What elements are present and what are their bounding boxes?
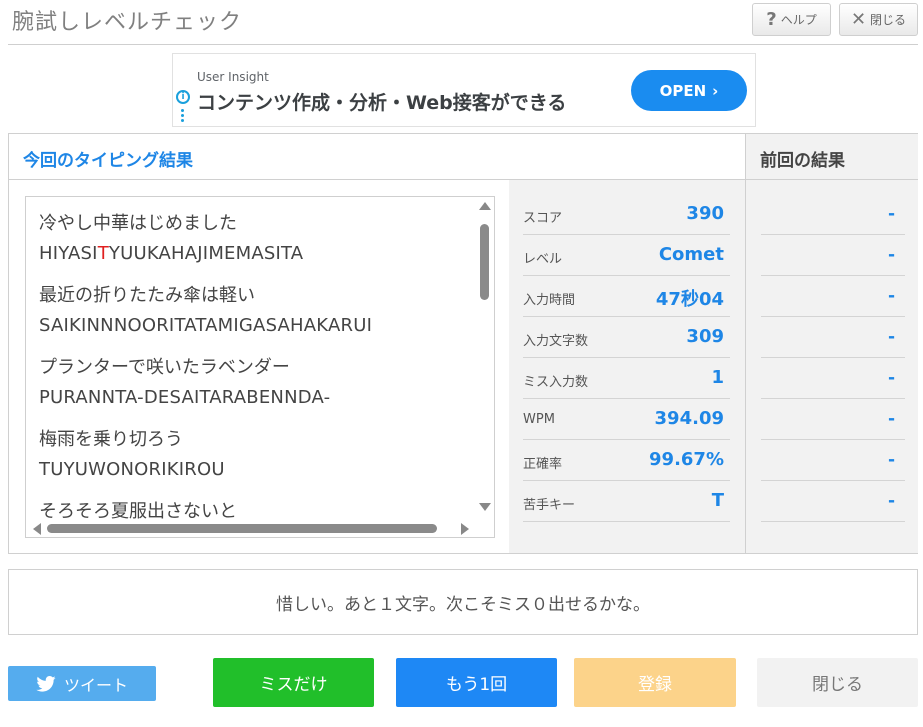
romaji-text: SAIKINNNOORITATAMIGASAHAKARUI (39, 315, 373, 336)
stat-row-score: スコア 390 (523, 194, 730, 235)
retry-button[interactable]: もう1回 (396, 658, 557, 707)
stat-value: 309 (686, 326, 724, 347)
japanese-text: 最近の折りたたみ傘は軽い (39, 285, 255, 306)
stat-row-accuracy: 正確率 99.67% (523, 440, 730, 481)
register-button[interactable]: 登録 (574, 658, 736, 707)
previous-value-row: - (761, 317, 905, 358)
stat-row-misses: ミス入力数 1 (523, 358, 730, 399)
horizontal-scroll-thumb[interactable] (47, 524, 437, 533)
tweet-button[interactable]: ツイート (8, 666, 156, 701)
close-top-button[interactable]: ✕ 閉じる (839, 3, 918, 36)
list-item: 最近の折りたたみ傘は軽い SAIKINNNOORITATAMIGASAHAKAR… (39, 281, 479, 341)
stat-label: 苦手キー (523, 498, 576, 513)
previous-results-title: 前回の結果 (760, 151, 845, 171)
list-item: 梅雨を乗り切ろう TUYUWONORIKIROU (39, 425, 479, 485)
header-divider (8, 44, 918, 45)
previous-value-row: - (761, 358, 905, 399)
current-results-title: 今回のタイピング結果 (23, 151, 193, 171)
vertical-scroll-thumb[interactable] (480, 224, 489, 300)
stat-label: ミス入力数 (523, 375, 589, 390)
previous-value-row: - (761, 235, 905, 276)
stat-row-level: レベル Comet (523, 235, 730, 276)
info-icon[interactable]: i (176, 90, 190, 104)
stat-row-wpm: WPM 394.09 (523, 399, 730, 440)
romaji-text: PURANNTA-DESAITARABENNDA- (39, 387, 331, 408)
stat-label: レベル (523, 252, 563, 267)
ad-open-button[interactable]: OPEN › (631, 70, 747, 111)
previous-value-row: - (761, 399, 905, 440)
stat-label: WPM (523, 412, 555, 427)
stat-value: 1 (711, 367, 724, 388)
stat-row-chars: 入力文字数 309 (523, 317, 730, 358)
chevron-right-icon: › (712, 81, 719, 100)
typed-text-box[interactable]: 冷やし中華はじめました HIYASITYUUKAHAJIMEMASITA 最近の… (25, 196, 495, 538)
previous-value-row: - (761, 440, 905, 481)
scroll-left-icon[interactable] (33, 523, 41, 535)
stat-value: T (711, 490, 724, 511)
scroll-right-icon[interactable] (461, 523, 469, 535)
ad-open-label: OPEN (659, 81, 707, 100)
stat-value: Comet (658, 244, 724, 265)
stat-value: 47秒04 (655, 289, 724, 310)
tweet-label: ツイート (63, 675, 128, 695)
stat-value: 394.09 (654, 408, 724, 429)
romaji-text: HIYASITYUUKAHAJIMEMASITA (39, 243, 304, 264)
stat-value: 99.67% (649, 449, 724, 470)
ad-banner[interactable]: i User Insight コンテンツ作成・分析・Web接客ができる OPEN… (172, 53, 756, 127)
ad-headline[interactable]: コンテンツ作成・分析・Web接客ができる (197, 88, 566, 115)
previous-results-column: 前回の結果 - - - - - - - - (745, 134, 918, 553)
page-title: 腕試しレベルチェック (12, 10, 243, 35)
typed-text-list: 冷やし中華はじめました HIYASITYUUKAHAJIMEMASITA 最近の… (39, 209, 479, 537)
help-label: ヘルプ (780, 13, 817, 27)
close-top-label: 閉じる (870, 13, 907, 27)
current-results-header: 今回のタイピング結果 (9, 134, 745, 180)
close-button[interactable]: 閉じる (757, 658, 918, 707)
japanese-text: プランターで咲いたラベンダー (39, 357, 290, 378)
stat-value: 390 (686, 203, 724, 224)
results-panel: 今回のタイピング結果 冷やし中華はじめました HIYASITYUUKAHAJIM… (8, 133, 918, 554)
japanese-text: 冷やし中華はじめました (39, 213, 237, 234)
stat-label: 入力文字数 (523, 334, 589, 349)
stat-row-time: 入力時間 47秒04 (523, 276, 730, 317)
list-item: 冷やし中華はじめました HIYASITYUUKAHAJIMEMASITA (39, 209, 479, 269)
stat-label: 入力時間 (523, 293, 576, 308)
list-item: プランターで咲いたラベンダー PURANNTA-DESAITARABENNDA- (39, 353, 479, 413)
previous-value-row: - (761, 276, 905, 317)
result-message: 惜しい。あと１文字。次こそミス０出せるかな。 (8, 569, 918, 635)
miss-char: T (97, 243, 109, 264)
previous-value-row: - (761, 194, 905, 235)
twitter-bird-icon (36, 675, 56, 692)
stat-row-weak-key: 苦手キー T (523, 481, 730, 522)
ad-source: User Insight (197, 70, 269, 84)
help-button[interactable]: ? ヘルプ (752, 3, 831, 36)
stat-label: 正確率 (523, 457, 563, 472)
vertical-scrollbar[interactable] (477, 200, 493, 520)
scroll-up-icon[interactable] (479, 202, 491, 210)
stats-column: スコア 390 レベル Comet 入力時間 47秒04 入力文字数 309 ミス入力数… (509, 180, 745, 553)
scroll-down-icon[interactable] (479, 503, 491, 511)
romaji-text: TUYUWONORIKIROU (39, 459, 225, 480)
horizontal-scrollbar[interactable] (29, 520, 477, 536)
close-icon: ✕ (850, 9, 867, 30)
question-mark-icon: ? (766, 9, 777, 30)
previous-value-row: - (761, 481, 905, 522)
previous-results-header: 前回の結果 (746, 134, 918, 180)
more-options-icon[interactable] (181, 109, 185, 124)
japanese-text: 梅雨を乗り切ろう (39, 429, 183, 450)
miss-only-button[interactable]: ミスだけ (213, 658, 374, 707)
stat-label: スコア (523, 211, 563, 226)
